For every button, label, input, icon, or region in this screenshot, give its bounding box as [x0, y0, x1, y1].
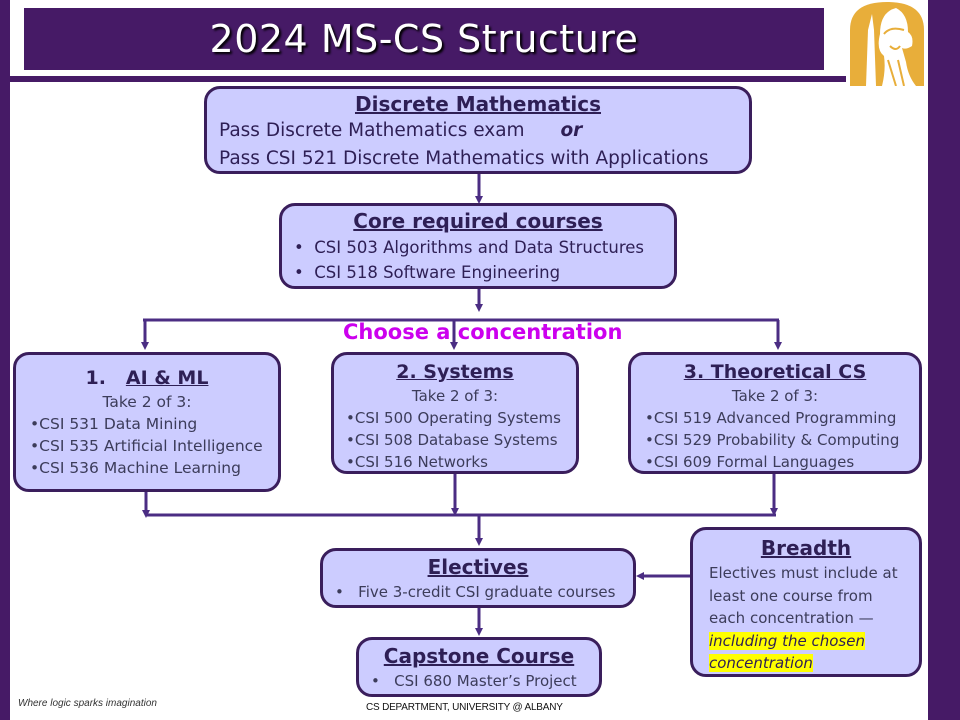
core-item: • CSI 503 Algorithms and Data Structures: [294, 238, 645, 257]
systems-subtitle: Take 2 of 3:: [411, 387, 499, 405]
choose-concentration-label: Choose a concentration: [343, 320, 622, 344]
capstone-item-text: CSI 680 Master’s Project: [394, 672, 577, 690]
ai-ml-item: •CSI 531 Data Mining: [30, 415, 198, 433]
core-courses-box: Core required courses • CSI 503 Algorith…: [279, 203, 677, 289]
core-item-text: CSI 518 Software Engineering: [314, 263, 561, 282]
theory-item-text: CSI 529 Probability & Computing: [653, 431, 900, 449]
systems-item-text: CSI 500 Operating Systems: [354, 409, 561, 427]
systems-item: •CSI 508 Database Systems: [346, 431, 558, 449]
systems-item: •CSI 500 Operating Systems: [346, 409, 561, 427]
ai-ml-item-text: CSI 536 Machine Learning: [39, 459, 241, 477]
concentration-systems-box: 2. Systems Take 2 of 3: •CSI 500 Operati…: [331, 352, 579, 474]
core-item: • CSI 518 Software Engineering: [294, 263, 561, 282]
ai-ml-subtitle: Take 2 of 3:: [102, 393, 192, 411]
ai-ml-item-text: CSI 531 Data Mining: [39, 415, 198, 433]
ai-ml-number: 1.: [85, 367, 106, 389]
breadth-line: each concentration —: [709, 609, 874, 627]
theory-subtitle: Take 2 of 3:: [731, 387, 819, 405]
theory-item-text: CSI 519 Advanced Programming: [653, 409, 897, 427]
ai-ml-item: •CSI 535 Artificial Intelligence: [30, 437, 263, 455]
tagline: Where logic sparks imagination: [18, 698, 157, 709]
systems-heading: 2. Systems: [396, 361, 514, 383]
discrete-math-box: Discrete Mathematics Pass Discrete Mathe…: [204, 86, 752, 174]
discrete-math-heading: Discrete Mathematics: [354, 92, 601, 116]
ai-ml-heading-row: 1. AI & ML: [30, 365, 264, 391]
breadth-highlight: including the chosen: [709, 631, 865, 650]
discrete-exam-line: Pass Discrete Mathematics exam or: [219, 117, 737, 145]
theory-item: •CSI 519 Advanced Programming: [645, 409, 897, 427]
breadth-line: least one course from: [709, 586, 873, 605]
capstone-heading: Capstone Course: [383, 644, 575, 668]
discrete-exam-text: Pass Discrete Mathematics exam: [219, 120, 525, 141]
systems-item: •CSI 516 Networks: [346, 453, 488, 471]
choose-label-text: Choose a concentration: [343, 320, 623, 344]
theory-heading: 3. Theoretical CS: [683, 361, 867, 383]
concentration-ai-ml-box: 1. AI & ML Take 2 of 3: •CSI 531 Data Mi…: [13, 352, 281, 492]
core-heading: Core required courses: [353, 209, 603, 233]
electives-heading: Electives: [427, 555, 529, 579]
or-label: or: [560, 120, 583, 141]
breadth-highlight: concentration: [709, 654, 813, 672]
theory-item: •CSI 529 Probability & Computing: [645, 431, 900, 449]
core-item-text: CSI 503 Algorithms and Data Structures: [314, 238, 645, 257]
systems-item-text: CSI 508 Database Systems: [354, 431, 558, 449]
electives-item-text: Five 3-credit CSI graduate courses: [358, 583, 616, 601]
ai-ml-item: •CSI 536 Machine Learning: [30, 459, 241, 477]
ai-ml-heading: AI & ML: [125, 367, 209, 389]
breadth-box: Breadth Electives must include at least …: [690, 527, 922, 677]
theory-item-text: CSI 609 Formal Languages: [653, 453, 855, 471]
theory-item: •CSI 609 Formal Languages: [645, 453, 855, 471]
discrete-course-line: Pass CSI 521 Discrete Mathematics with A…: [219, 148, 709, 169]
ai-ml-item-text: CSI 535 Artificial Intelligence: [39, 437, 263, 455]
department-footer: CS DEPARTMENT, UNIVERSITY @ ALBANY: [366, 702, 563, 713]
breadth-heading: Breadth: [760, 536, 852, 560]
systems-item-text: CSI 516 Networks: [354, 453, 488, 471]
electives-item: • Five 3-credit CSI graduate courses: [335, 583, 616, 601]
electives-box: Electives • Five 3-credit CSI graduate c…: [320, 548, 636, 608]
capstone-item: • CSI 680 Master’s Project: [371, 672, 577, 690]
breadth-line: Electives must include at: [709, 564, 898, 582]
capstone-box: Capstone Course • CSI 680 Master’s Proje…: [356, 637, 602, 697]
concentration-theory-box: 3. Theoretical CS Take 2 of 3: •CSI 519 …: [628, 352, 922, 474]
